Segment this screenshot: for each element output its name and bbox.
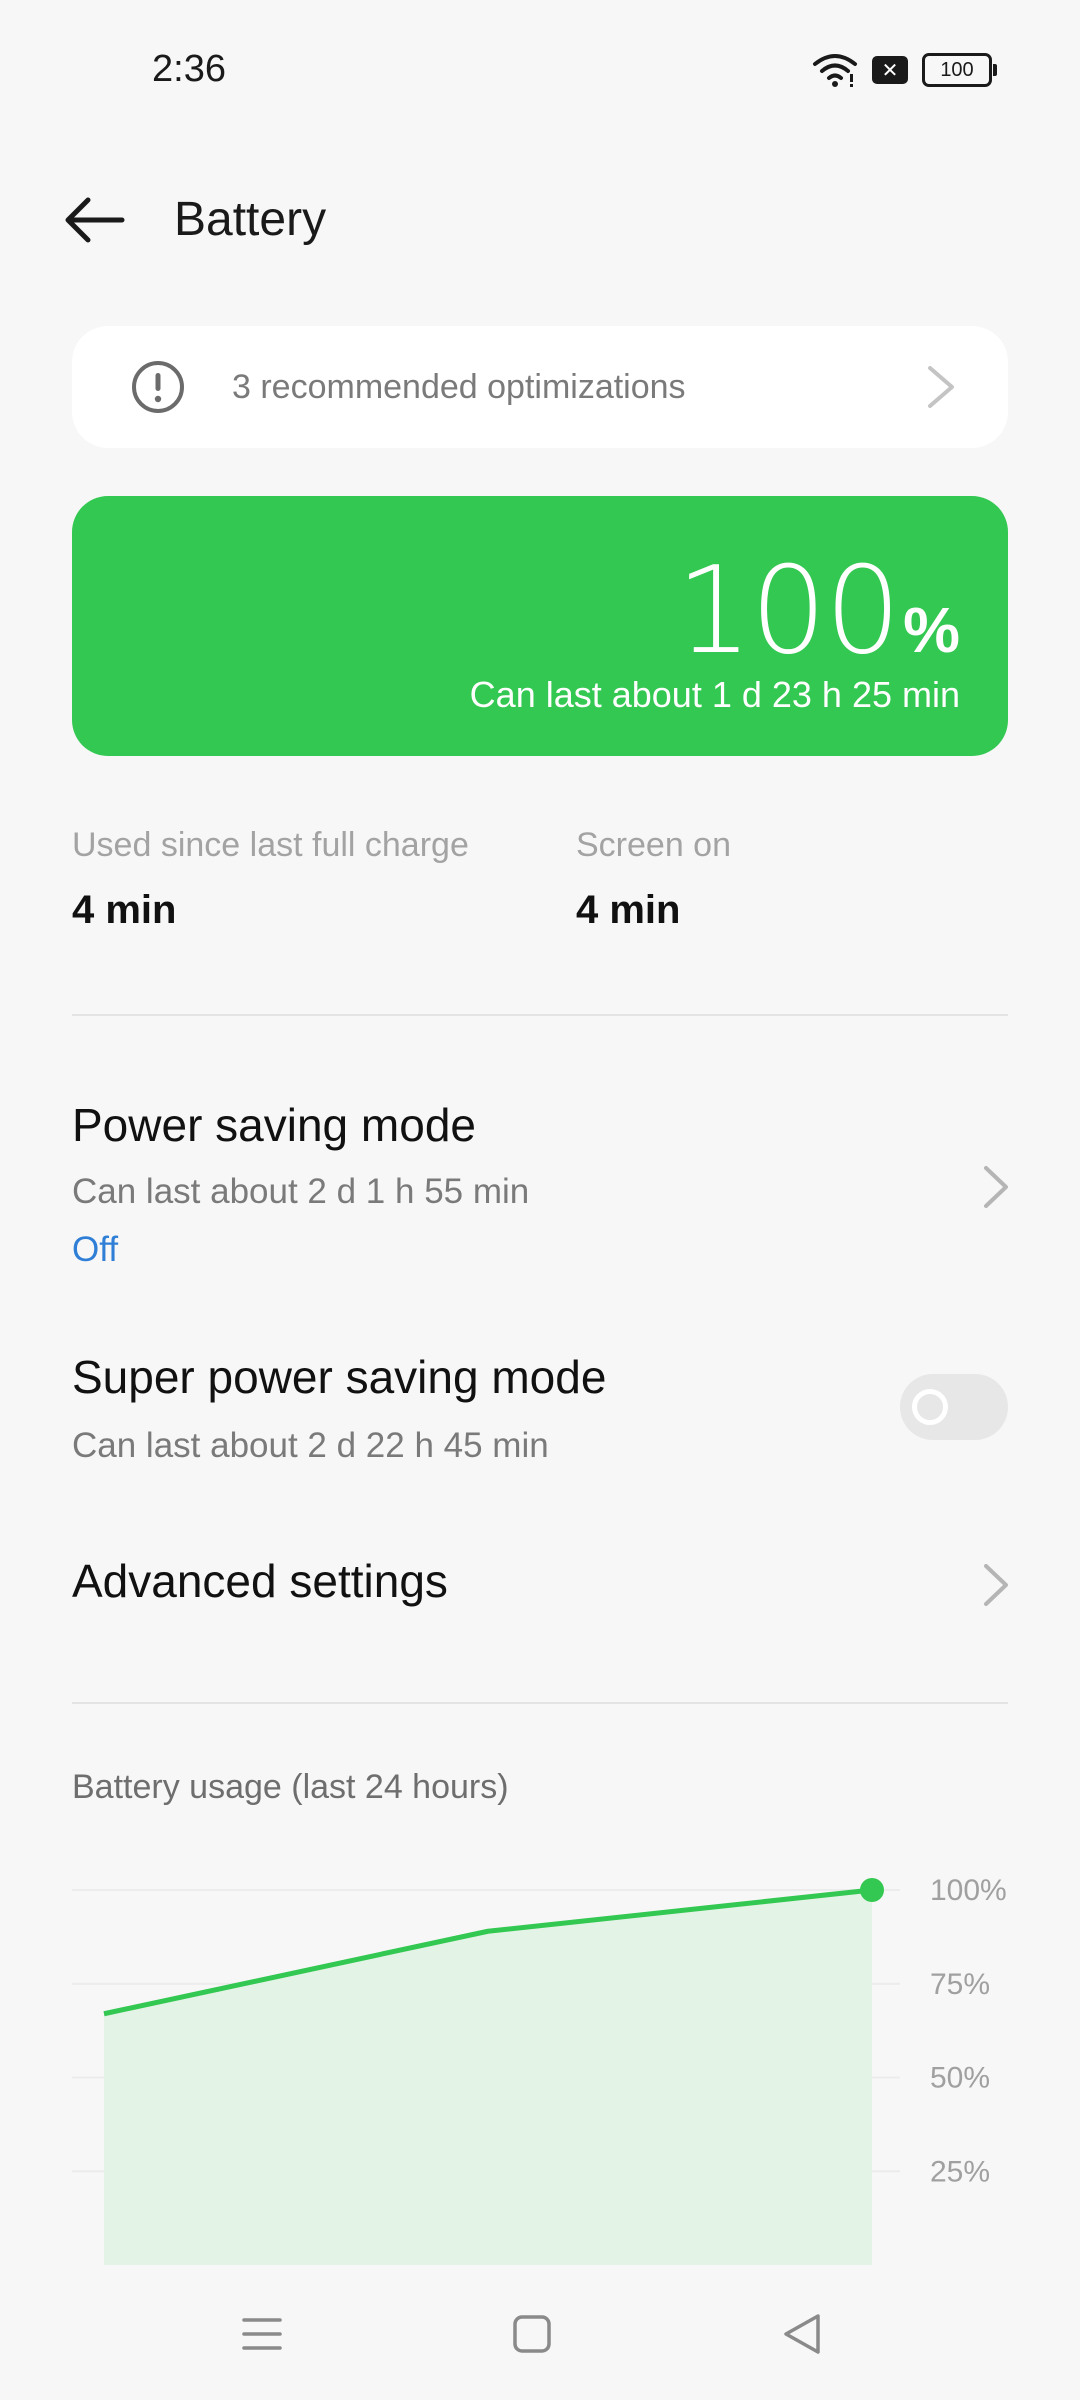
screen-on-value: 4 min (576, 888, 681, 932)
divider (72, 1014, 1008, 1016)
chart-y-tick-label: 100% (930, 1874, 1007, 1907)
screen-on-label: Screen on (576, 826, 731, 864)
chart-point (860, 1878, 884, 1902)
battery-level-card: 100 % Can last about 1 d 23 h 25 min (72, 496, 1008, 756)
recommendations-card[interactable]: 3 recommended optimizations (72, 326, 1008, 448)
battery-percent-value: 100 (676, 542, 901, 681)
status-time: 2:36 (152, 48, 226, 90)
recommendations-text: 3 recommended optimizations (232, 367, 686, 406)
chart-y-tick-label: 25% (930, 2155, 990, 2188)
menu-icon[interactable] (238, 2310, 286, 2358)
power-saving-subtitle: Can last about 2 d 1 h 55 min (72, 1172, 530, 1211)
divider (72, 1702, 1008, 1704)
chevron-right-icon (984, 1564, 1008, 1606)
page-title: Battery (174, 193, 327, 246)
power-saving-status: Off (72, 1230, 119, 1269)
advanced-settings-row[interactable]: Advanced settings (0, 1530, 1080, 1640)
chevron-right-icon (984, 1166, 1008, 1208)
back-arrow-icon[interactable] (62, 188, 126, 252)
super-power-saving-subtitle: Can last about 2 d 22 h 45 min (72, 1426, 549, 1465)
since-charge-label: Used since last full charge (72, 826, 469, 864)
battery-percent-sign: % (903, 594, 960, 666)
power-saving-row[interactable]: Power saving mode Can last about 2 d 1 h… (0, 1080, 1080, 1290)
super-power-saving-toggle[interactable] (900, 1374, 1008, 1440)
status-icons: ✕ 100 (812, 52, 997, 88)
battery-percent: 100 % (676, 542, 960, 681)
battery-level-text: 100 (940, 58, 974, 81)
no-sim-icon: ✕ (872, 56, 908, 84)
home-icon[interactable] (508, 2310, 556, 2358)
battery-usage-label: Battery usage (last 24 hours) (72, 1768, 509, 1806)
wifi-icon (813, 54, 857, 87)
chart-y-tick-label: 75% (930, 1968, 990, 2001)
chart-area (104, 1890, 872, 2265)
alert-icon (132, 361, 184, 413)
chart-y-tick-label: 50% (930, 2062, 990, 2095)
advanced-settings-title: Advanced settings (72, 1555, 448, 1607)
toggle-knob (912, 1389, 948, 1425)
back-icon[interactable] (778, 2310, 826, 2358)
battery-usage-chart: 100% 75% 50% 25% (72, 1874, 1007, 2265)
since-charge-value: 4 min (72, 888, 177, 932)
chevron-right-icon (928, 366, 954, 408)
power-saving-title: Power saving mode (72, 1099, 476, 1151)
super-power-saving-title: Super power saving mode (72, 1351, 607, 1403)
battery-icon: 100 (922, 53, 997, 87)
battery-estimate: Can last about 1 d 23 h 25 min (469, 674, 960, 715)
